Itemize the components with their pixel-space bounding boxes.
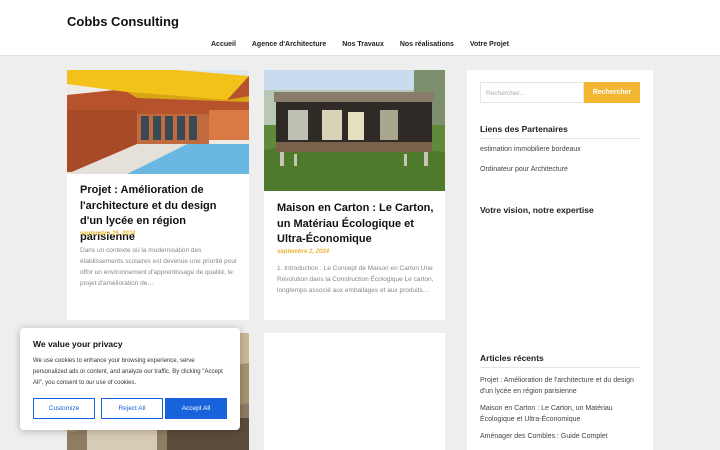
- nav-item-travaux[interactable]: Nos Travaux: [342, 41, 384, 48]
- reject-all-button[interactable]: Reject All: [101, 398, 163, 419]
- post-excerpt: 1. Introduction : Le Concept de Maison e…: [277, 265, 434, 294]
- partner-link[interactable]: estimation immobiliere bordeaux: [480, 144, 640, 155]
- post-card: [264, 333, 445, 450]
- cookie-text: We use cookies to enhance your browsing …: [33, 358, 223, 386]
- site-header: Cobbs Consulting Accueil Agence d'Archit…: [0, 0, 720, 56]
- cookie-consent-banner: We value your privacy We use cookies to …: [20, 328, 240, 430]
- search-input[interactable]: Rechercher…: [480, 82, 584, 103]
- recent-post-link[interactable]: Maison en Carton : Le Carton, un Matéria…: [480, 403, 640, 425]
- partner-link[interactable]: Ordinateur pour Architecture: [480, 164, 640, 175]
- post-card: Maison en Carton : Le Carton, un Matéria…: [264, 70, 445, 320]
- recent-post-link[interactable]: Projet : Amélioration de l'architecture …: [480, 375, 640, 397]
- post-excerpt: Dans un contexte où la modernisation des…: [80, 247, 238, 287]
- nav-item-accueil[interactable]: Accueil: [211, 41, 236, 48]
- main-nav: Accueil Agence d'Architecture Nos Travau…: [0, 41, 720, 48]
- site-title[interactable]: Cobbs Consulting: [67, 14, 179, 29]
- nav-item-projet[interactable]: Votre Projet: [470, 41, 509, 48]
- recent-posts-title: Articles récents: [480, 353, 544, 363]
- post-card: Projet : Amélioration de l'architecture …: [67, 70, 249, 320]
- cookie-title: We value your privacy: [33, 339, 123, 349]
- post-thumbnail-school[interactable]: [67, 70, 249, 174]
- vision-title: Votre vision, notre expertise: [480, 205, 594, 215]
- post-date: septembre 2, 2024: [277, 249, 330, 255]
- partners-title: Liens des Partenaires: [480, 124, 568, 134]
- accept-all-button[interactable]: Accept All: [165, 398, 227, 419]
- sidebar: Rechercher… Rechercher Liens des Partena…: [467, 70, 653, 450]
- nav-item-agence[interactable]: Agence d'Architecture: [252, 41, 326, 48]
- customize-button[interactable]: Customize: [33, 398, 95, 419]
- post-title[interactable]: Maison en Carton : Le Carton, un Matéria…: [277, 201, 437, 248]
- post-date: septembre 25, 2024: [80, 231, 136, 237]
- nav-item-realisations[interactable]: Nos réalisations: [400, 41, 454, 48]
- divider: [480, 367, 640, 368]
- divider: [480, 138, 640, 139]
- search-button[interactable]: Rechercher: [584, 82, 640, 103]
- recent-post-link[interactable]: Aménager des Combles : Guide Complet: [480, 431, 640, 442]
- post-thumbnail-cardboard-house[interactable]: [264, 70, 445, 191]
